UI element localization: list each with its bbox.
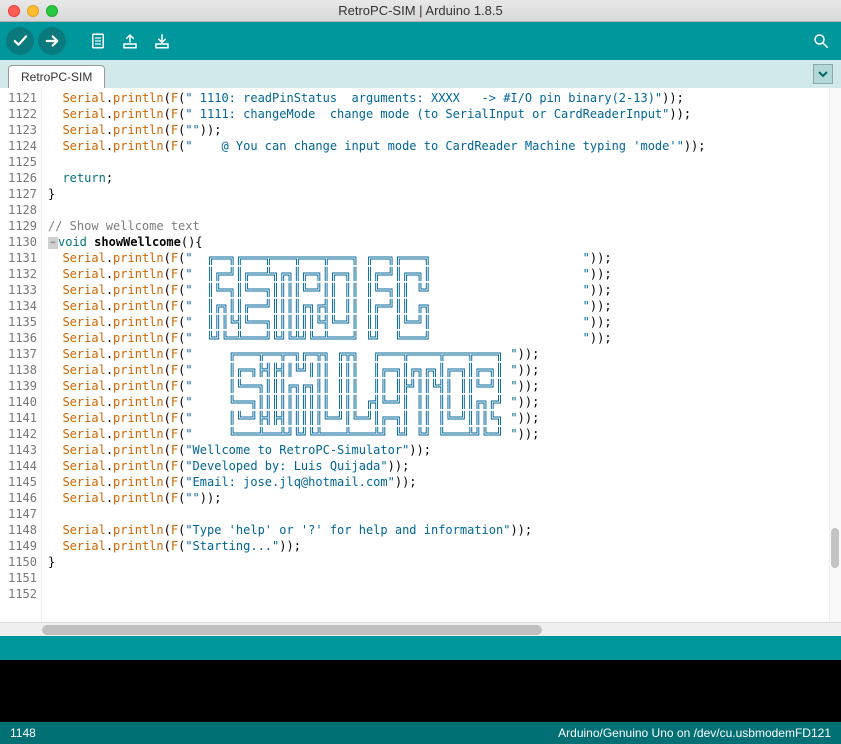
verify-button[interactable]: [6, 27, 34, 55]
tab-menu-button[interactable]: [813, 64, 833, 84]
vertical-scroll-thumb[interactable]: [831, 528, 839, 568]
horizontal-scroll-thumb[interactable]: [42, 625, 542, 635]
file-icon: [89, 32, 107, 50]
check-icon: [11, 32, 29, 50]
console-output[interactable]: [0, 660, 841, 722]
toolbar: [0, 22, 841, 60]
search-icon: [812, 32, 830, 50]
arrow-down-icon: [153, 32, 171, 50]
status-bar: [0, 636, 841, 660]
line-number-indicator: 1148: [10, 726, 36, 740]
new-button[interactable]: [84, 27, 112, 55]
code-editor[interactable]: 1121 1122 1123 1124 1125 1126 1127 1128 …: [0, 88, 841, 622]
upload-button[interactable]: [38, 27, 66, 55]
open-button[interactable]: [116, 27, 144, 55]
app-window: RetroPC-SIM | Arduino 1.8.5 RetroPC-SIM: [0, 0, 841, 744]
titlebar: RetroPC-SIM | Arduino 1.8.5: [0, 0, 841, 22]
save-button[interactable]: [148, 27, 176, 55]
arrow-right-icon: [43, 32, 61, 50]
window-title: RetroPC-SIM | Arduino 1.8.5: [0, 3, 841, 18]
arrow-up-icon: [121, 32, 139, 50]
code-area[interactable]: Serial.println(F(" 1110: readPinStatus a…: [42, 88, 829, 622]
chevron-down-icon: [818, 69, 828, 79]
tab-bar: RetroPC-SIM: [0, 60, 841, 88]
sketch-tab[interactable]: RetroPC-SIM: [8, 65, 105, 88]
serial-monitor-button[interactable]: [807, 27, 835, 55]
vertical-scrollbar[interactable]: [829, 88, 841, 622]
board-port-indicator: Arduino/Genuino Uno on /dev/cu.usbmodemF…: [558, 726, 831, 740]
horizontal-scrollbar[interactable]: [0, 622, 841, 636]
line-number-gutter: 1121 1122 1123 1124 1125 1126 1127 1128 …: [0, 88, 42, 622]
footer-bar: 1148 Arduino/Genuino Uno on /dev/cu.usbm…: [0, 722, 841, 744]
